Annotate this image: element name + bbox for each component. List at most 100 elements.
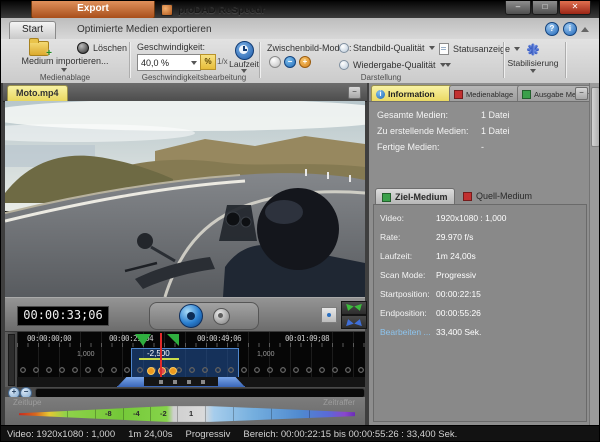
- video-frame-image: [5, 101, 365, 297]
- window-controls: – □ ✕: [505, 1, 591, 15]
- tab-information[interactable]: i Information: [371, 85, 455, 102]
- stabilize-icon: [525, 41, 541, 57]
- import-medium-button[interactable]: +: [29, 41, 49, 56]
- field-value: 00:00:55:26: [436, 308, 481, 318]
- field-label: Startposition:: [380, 289, 430, 299]
- tab-moto-mp4[interactable]: Moto.mp4: [7, 85, 68, 101]
- percent-toggle-button[interactable]: %: [200, 54, 216, 70]
- minimize-button[interactable]: –: [505, 1, 531, 15]
- video-preview[interactable]: [5, 101, 365, 297]
- status-duration: 1m 24,00s: [128, 429, 172, 440]
- marker-point-button[interactable]: [321, 307, 337, 323]
- scale-tick: -2: [160, 409, 167, 418]
- tab-quell-medium[interactable]: Quell-Medium: [457, 188, 538, 204]
- speed-curve-segment: [139, 358, 179, 360]
- stabilisierung-button[interactable]: [525, 41, 541, 57]
- tab-start[interactable]: Start: [9, 21, 56, 39]
- set-in-out-button[interactable]: [341, 301, 367, 315]
- standbild-qualitaet-button[interactable]: Standbild-Qualität: [339, 43, 435, 53]
- red-square-icon: [454, 90, 463, 99]
- summary-label: Gesamte Medien:: [377, 110, 448, 120]
- group-darstellung: Darstellung: [259, 73, 503, 82]
- export-menu-tab[interactable]: Export: [31, 1, 155, 19]
- zone-left-handle[interactable]: [117, 377, 144, 387]
- field-label: Endposition:: [380, 308, 427, 318]
- play-button[interactable]: [179, 304, 203, 328]
- bearbeiten-link[interactable]: Bearbeiten ...: [380, 327, 431, 337]
- status-range: Bereich: 00:00:22:15 bis 00:00:55:26 : 3…: [243, 429, 457, 440]
- scale-tick: -8: [105, 409, 112, 418]
- zone-start-flag-icon[interactable]: [135, 334, 151, 346]
- speed-scale-gradient[interactable]: -8 -4 -2 1: [19, 405, 355, 423]
- scale-tick: -4: [133, 409, 140, 418]
- field-value: Progressiv: [436, 270, 476, 280]
- stop-button[interactable]: [213, 308, 230, 325]
- wiedergabe-qualitaet-button[interactable]: Wiedergabe-Qualität: [339, 60, 446, 70]
- stabilisierung-label[interactable]: Stabilisierung: [503, 58, 563, 68]
- status-bar: Video: 1920x1080 : 1,000 1m 24,00s Progr…: [1, 425, 600, 442]
- status-extra-caret-icon[interactable]: [445, 63, 451, 67]
- mode-normal-icon[interactable]: [269, 56, 281, 68]
- app-title-text: proDAD ReSpeedr: [178, 5, 265, 16]
- summary-label: Zu erstellende Medien:: [377, 126, 469, 136]
- ruler-label: 00:00:00;00: [27, 334, 71, 343]
- timeline-content[interactable]: 00:00:00;00 00:00:29;04 00:00:49;06 00:0…: [17, 332, 365, 388]
- panel-collapse-button[interactable]: −: [575, 87, 588, 100]
- quality-dot-icon: [339, 60, 349, 70]
- timeline-track-scrollbar[interactable]: [5, 332, 17, 388]
- ribbon-tab-row: Start Optimierte Medien exportieren ? i: [1, 18, 599, 40]
- app-window: Export proDAD ReSpeedr – □ ✕ Start Optim…: [0, 0, 600, 442]
- clock-icon: [235, 41, 254, 60]
- red-square-icon: [463, 192, 472, 201]
- statusanzeige-button[interactable]: Statusanzeige: [439, 43, 520, 55]
- field-value: 1920x1080 : 1,000: [436, 213, 506, 223]
- timeline: 00:00:00;00 00:00:29;04 00:00:49;06 00:0…: [5, 331, 365, 388]
- mode-plus-icon[interactable]: +: [299, 56, 311, 68]
- ruler-label: 00:01:09;08: [285, 334, 329, 343]
- zone-end-flag-icon[interactable]: [167, 334, 179, 346]
- field-label: Video:: [380, 213, 404, 223]
- tab-ziel-medium[interactable]: Ziel-Medium: [375, 188, 455, 205]
- app-logo-icon: [161, 4, 173, 16]
- laufzeit-button[interactable]: [235, 41, 254, 60]
- information-body: Gesamte Medien: 1 Datei Zu erstellende M…: [369, 101, 589, 426]
- import-caret-icon[interactable]: [61, 68, 67, 72]
- maximize-button[interactable]: □: [532, 1, 558, 15]
- import-medium-label[interactable]: Medium importieren...: [3, 56, 127, 66]
- delete-button[interactable]: Löschen: [77, 42, 127, 54]
- goto-range-button[interactable]: [341, 315, 367, 329]
- info-icon[interactable]: i: [563, 22, 577, 36]
- quality-dot-icon: [339, 43, 349, 53]
- app-title: proDAD ReSpeedr: [161, 3, 265, 17]
- tab-optimierte-medien-exportieren[interactable]: Optimierte Medien exportieren: [67, 21, 222, 38]
- zone-right-handle[interactable]: [218, 377, 245, 387]
- timeline-zoom-row: + −: [5, 387, 365, 397]
- speed-combobox[interactable]: 40,0 %: [137, 54, 201, 71]
- summary-value: -: [481, 142, 484, 152]
- keyframe-dot-orange[interactable]: [147, 367, 155, 375]
- close-button[interactable]: ✕: [559, 1, 591, 15]
- status-video: Video: 1920x1080 : 1,000: [7, 429, 115, 440]
- zeitlupe-label: Zeitlupe: [13, 398, 41, 407]
- timecode-display: 00:00:33;06: [17, 306, 109, 326]
- mode-minus-icon[interactable]: −: [284, 56, 296, 68]
- help-icon[interactable]: ?: [545, 22, 559, 36]
- status-caret-icon: [514, 47, 520, 51]
- keyframe-dot-orange[interactable]: [169, 367, 177, 375]
- playback-bar: 00:00:33;06: [5, 297, 365, 332]
- title-bar: Export proDAD ReSpeedr – □ ✕: [1, 1, 599, 18]
- keyframe-dots-row[interactable]: [17, 363, 365, 377]
- collapse-ribbon-icon[interactable]: [581, 27, 589, 32]
- stabilisierung-caret-icon[interactable]: [530, 69, 536, 73]
- field-value: 33,400 Sek.: [436, 327, 481, 337]
- tab-medienablage[interactable]: Medienablage: [449, 85, 523, 102]
- speed-label: Geschwindigkeit:: [137, 42, 205, 52]
- green-square-icon: [382, 193, 391, 202]
- blue-arrows-icon: [344, 318, 353, 326]
- video-collapse-button[interactable]: −: [348, 86, 361, 99]
- ribbon: + Medium importieren... Löschen Medienab…: [1, 39, 599, 84]
- standbild-caret-icon: [429, 46, 435, 50]
- video-panel-header: Moto.mp4 −: [3, 83, 367, 102]
- panel-scrollbar[interactable]: [589, 83, 600, 425]
- ruler-label: 00:00:49;06: [197, 334, 241, 343]
